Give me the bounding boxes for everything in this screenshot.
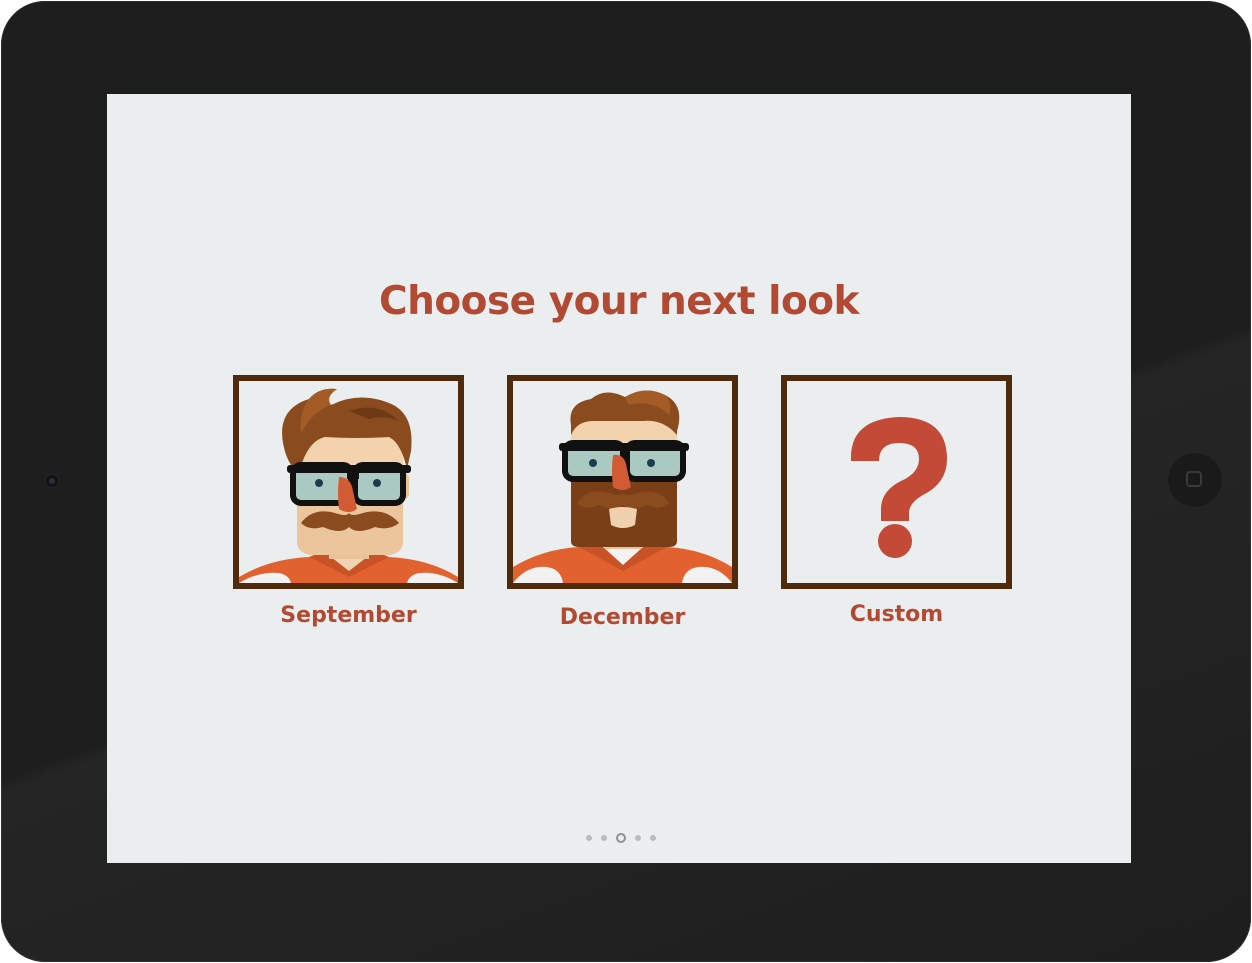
option-custom[interactable]: Custom: [781, 375, 1012, 627]
page-dot-active[interactable]: [616, 833, 626, 843]
page-dot[interactable]: [601, 835, 607, 841]
app-screen: Choose your next look September December…: [107, 94, 1131, 863]
option-label: December: [559, 605, 686, 630]
question-mark-icon: [850, 417, 947, 558]
hipster-avatar-glasses-beard-icon: [513, 390, 732, 583]
option-label: September: [280, 603, 417, 628]
option-image-frame[interactable]: [781, 375, 1012, 589]
page-dot[interactable]: [586, 835, 592, 841]
option-december[interactable]: December: [507, 375, 738, 630]
camera-icon: [46, 475, 58, 487]
page-title: Choose your next look: [379, 279, 860, 324]
option-label: Custom: [849, 602, 944, 627]
page-indicator: [586, 833, 665, 843]
page-dot[interactable]: [650, 835, 656, 841]
page-dot[interactable]: [635, 835, 641, 841]
hipster-avatar-glasses-mustache-icon: [239, 388, 458, 583]
option-image-frame[interactable]: [233, 375, 464, 589]
home-square-icon: [1186, 471, 1202, 487]
option-september[interactable]: September: [233, 375, 464, 628]
home-button[interactable]: [1167, 452, 1223, 508]
option-image-frame[interactable]: [507, 375, 738, 589]
